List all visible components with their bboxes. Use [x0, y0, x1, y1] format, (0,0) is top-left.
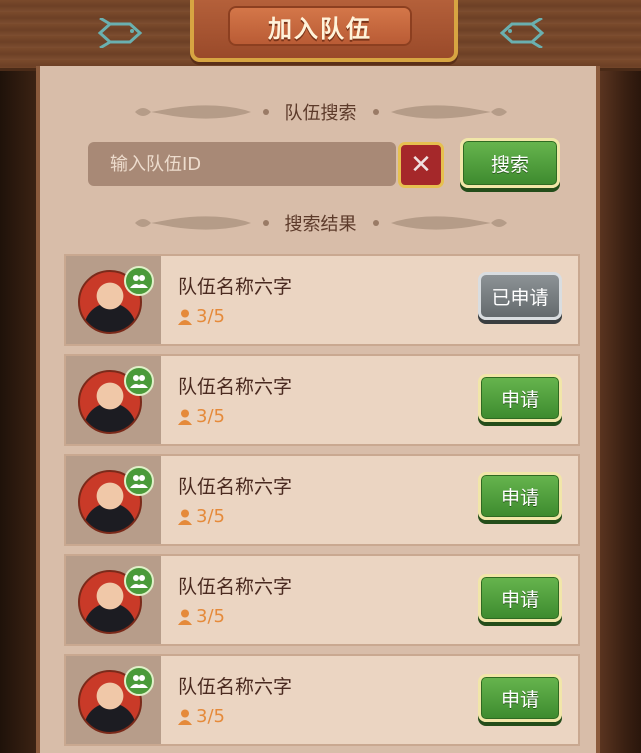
member-count: 3/5 — [178, 506, 225, 527]
group-icon — [130, 275, 148, 288]
team-id-search-input[interactable] — [88, 142, 396, 186]
fish-emblem-left-icon — [97, 18, 143, 48]
person-icon — [178, 509, 192, 525]
team-row: 队伍名称六字 3/5 申请 — [64, 654, 580, 746]
member-count: 3/5 — [178, 306, 225, 327]
apply-button[interactable]: 申请 — [478, 374, 562, 422]
clear-input-button[interactable]: ✕ — [398, 142, 444, 188]
left-frame-edge — [0, 60, 36, 753]
member-count: 3/5 — [178, 406, 225, 427]
apply-button[interactable]: 申请 — [478, 472, 562, 520]
team-name: 队伍名称六字 — [178, 676, 293, 698]
team-badge — [124, 266, 154, 296]
fish-divider-left-icon — [134, 105, 251, 119]
member-count-value: 3/5 — [196, 406, 225, 427]
person-icon — [178, 709, 192, 725]
search-section-header: 队伍搜索 — [0, 97, 641, 127]
fish-divider-right-icon — [390, 216, 507, 230]
divider-dot — [372, 109, 379, 115]
page-title: 加入队伍 — [268, 14, 372, 43]
group-icon — [130, 575, 148, 588]
member-count-value: 3/5 — [196, 706, 225, 727]
results-section-header: 搜索结果 — [0, 208, 641, 238]
team-badge — [124, 566, 154, 596]
member-count-value: 3/5 — [196, 506, 225, 527]
title-banner: 加入队伍 — [228, 6, 412, 46]
group-icon — [130, 675, 148, 688]
team-row: 队伍名称六字 3/5 已申请 — [64, 254, 580, 346]
team-row: 队伍名称六字 3/5 申请 — [64, 354, 580, 446]
team-badge — [124, 366, 154, 396]
team-name: 队伍名称六字 — [178, 376, 293, 398]
team-row: 队伍名称六字 3/5 申请 — [64, 554, 580, 646]
fish-divider-left-icon — [134, 216, 251, 230]
team-name: 队伍名称六字 — [178, 476, 293, 498]
member-count: 3/5 — [178, 706, 225, 727]
avatar-box — [66, 556, 161, 644]
fish-emblem-right-icon — [499, 18, 545, 48]
team-name: 队伍名称六字 — [178, 276, 293, 298]
group-icon — [130, 375, 148, 388]
member-count: 3/5 — [178, 606, 225, 627]
applied-button[interactable]: 已申请 — [478, 272, 562, 320]
person-icon — [178, 609, 192, 625]
divider-dot — [262, 220, 269, 226]
team-badge — [124, 666, 154, 696]
avatar-box — [66, 256, 161, 344]
apply-button[interactable]: 申请 — [478, 574, 562, 622]
avatar-box — [66, 456, 161, 544]
fish-divider-right-icon — [390, 105, 507, 119]
right-frame-edge — [600, 60, 641, 753]
divider-dot — [372, 220, 379, 226]
search-section-label: 队伍搜索 — [284, 103, 357, 124]
team-badge — [124, 466, 154, 496]
results-section-label: 搜索结果 — [284, 214, 357, 235]
apply-button[interactable]: 申请 — [478, 674, 562, 722]
member-count-value: 3/5 — [196, 306, 225, 327]
divider-dot — [262, 109, 269, 115]
avatar-box — [66, 656, 161, 744]
search-button[interactable]: 搜索 — [460, 138, 560, 188]
person-icon — [178, 309, 192, 325]
team-row: 队伍名称六字 3/5 申请 — [64, 454, 580, 546]
close-icon: ✕ — [410, 150, 432, 180]
member-count-value: 3/5 — [196, 606, 225, 627]
person-icon — [178, 409, 192, 425]
team-name: 队伍名称六字 — [178, 576, 293, 598]
group-icon — [130, 475, 148, 488]
avatar-box — [66, 356, 161, 444]
